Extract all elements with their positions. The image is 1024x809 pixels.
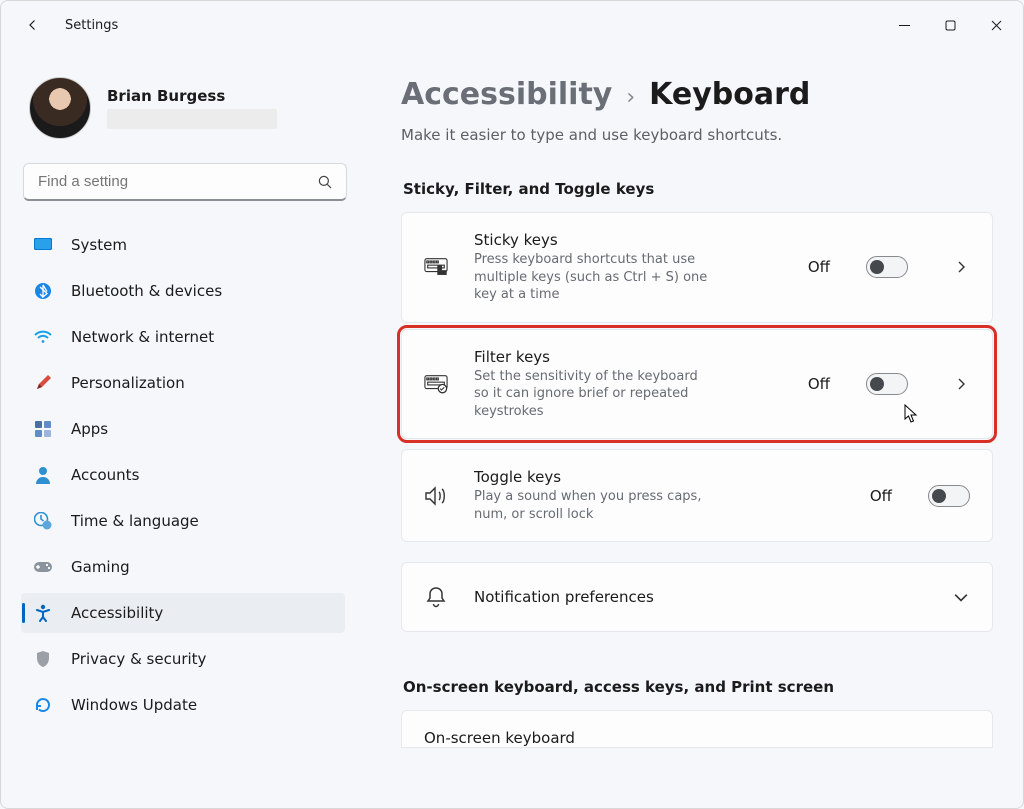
- chevron-right-icon[interactable]: [952, 375, 970, 393]
- search-box[interactable]: [23, 163, 347, 201]
- sidebar-item-label: Bluetooth & devices: [71, 282, 222, 300]
- sidebar-item-system[interactable]: System: [21, 225, 345, 265]
- on-screen-keyboard-card[interactable]: On-screen keyboard: [401, 710, 993, 748]
- cursor-pointer-icon: [904, 404, 918, 424]
- card-description: Play a sound when you press caps, num, o…: [474, 488, 714, 523]
- minimize-button[interactable]: [881, 9, 927, 41]
- apps-icon: [33, 419, 53, 439]
- user-email-redacted: [107, 109, 277, 129]
- minimize-icon: [899, 20, 910, 31]
- card-title: Toggle keys: [474, 468, 714, 486]
- sidebar-item-time-language[interactable]: Time & language: [21, 501, 345, 541]
- card-description: Set the sensitivity of the keyboard so i…: [474, 368, 714, 421]
- sidebar-item-label: System: [71, 236, 127, 254]
- update-icon: [33, 695, 53, 715]
- toggle-state-label: Off: [808, 375, 830, 393]
- person-icon: [33, 465, 53, 485]
- accessibility-icon: [33, 603, 53, 623]
- section-heading-osk: On-screen keyboard, access keys, and Pri…: [403, 678, 993, 696]
- page-title: Keyboard: [649, 77, 810, 112]
- search-input[interactable]: [38, 173, 316, 190]
- maximize-button[interactable]: [927, 9, 973, 41]
- sidebar-item-accessibility[interactable]: Accessibility: [21, 593, 345, 633]
- sidebar-item-label: Accounts: [71, 466, 139, 484]
- wifi-icon: [33, 327, 53, 347]
- card-title: Filter keys: [474, 348, 714, 366]
- sidebar-item-label: Windows Update: [71, 696, 197, 714]
- sticky-keys-card[interactable]: Sticky keys Press keyboard shortcuts tha…: [401, 212, 993, 323]
- sidebar-item-label: Gaming: [71, 558, 130, 576]
- toggle-keys-toggle[interactable]: [928, 485, 970, 507]
- avatar: [29, 77, 91, 139]
- card-title: Notification preferences: [474, 588, 654, 606]
- card-title: Sticky keys: [474, 231, 714, 249]
- user-name: Brian Burgess: [107, 87, 277, 105]
- sidebar-item-gaming[interactable]: Gaming: [21, 547, 345, 587]
- sidebar: Brian Burgess System Bluetooth & devices: [1, 49, 361, 808]
- bell-icon: [424, 585, 448, 609]
- arrow-left-icon: [24, 16, 42, 34]
- close-button[interactable]: [973, 9, 1019, 41]
- titlebar: Settings: [1, 1, 1023, 49]
- sidebar-item-label: Privacy & security: [71, 650, 206, 668]
- sticky-keys-icon: [424, 255, 448, 279]
- monitor-icon: [33, 235, 53, 255]
- breadcrumb: Accessibility › Keyboard: [401, 77, 993, 112]
- sidebar-item-label: Network & internet: [71, 328, 214, 346]
- gamepad-icon: [33, 557, 53, 577]
- main-content: Accessibility › Keyboard Make it easier …: [361, 49, 1023, 808]
- toggle-state-label: Off: [808, 258, 830, 276]
- sidebar-item-label: Apps: [71, 420, 108, 438]
- clock-globe-icon: [33, 511, 53, 531]
- sidebar-item-apps[interactable]: Apps: [21, 409, 345, 449]
- toggle-state-label: Off: [870, 487, 892, 505]
- back-button[interactable]: [13, 5, 53, 45]
- maximize-icon: [945, 20, 956, 31]
- filter-keys-toggle[interactable]: [866, 373, 908, 395]
- sidebar-item-windows-update[interactable]: Windows Update: [21, 685, 345, 725]
- sidebar-item-label: Time & language: [71, 512, 199, 530]
- speaker-icon: [424, 484, 448, 508]
- sidebar-item-label: Accessibility: [71, 604, 163, 622]
- profile-block[interactable]: Brian Burgess: [21, 61, 349, 159]
- sidebar-item-network[interactable]: Network & internet: [21, 317, 345, 357]
- sidebar-item-privacy[interactable]: Privacy & security: [21, 639, 345, 679]
- page-subtitle: Make it easier to type and use keyboard …: [401, 126, 993, 144]
- app-title: Settings: [65, 18, 118, 33]
- section-heading-keys: Sticky, Filter, and Toggle keys: [403, 180, 993, 198]
- chevron-right-icon[interactable]: [952, 258, 970, 276]
- close-icon: [991, 20, 1002, 31]
- shield-icon: [33, 649, 53, 669]
- breadcrumb-parent[interactable]: Accessibility: [401, 77, 612, 112]
- notification-preferences-card[interactable]: Notification preferences: [401, 562, 993, 632]
- sidebar-item-bluetooth[interactable]: Bluetooth & devices: [21, 271, 345, 311]
- paintbrush-icon: [33, 373, 53, 393]
- nav-list: System Bluetooth & devices Network & int…: [21, 219, 349, 796]
- card-title: On-screen keyboard: [424, 729, 575, 747]
- bluetooth-icon: [33, 281, 53, 301]
- sidebar-item-accounts[interactable]: Accounts: [21, 455, 345, 495]
- card-description: Press keyboard shortcuts that use multip…: [474, 251, 714, 304]
- filter-keys-card[interactable]: Filter keys Set the sensitivity of the k…: [401, 329, 993, 440]
- search-icon: [316, 173, 336, 191]
- sidebar-item-label: Personalization: [71, 374, 185, 392]
- filter-keys-icon: [424, 372, 448, 396]
- chevron-right-icon: ›: [626, 85, 635, 110]
- chevron-down-icon[interactable]: [952, 588, 970, 606]
- toggle-keys-card[interactable]: Toggle keys Play a sound when you press …: [401, 449, 993, 542]
- sidebar-item-personalization[interactable]: Personalization: [21, 363, 345, 403]
- sticky-keys-toggle[interactable]: [866, 256, 908, 278]
